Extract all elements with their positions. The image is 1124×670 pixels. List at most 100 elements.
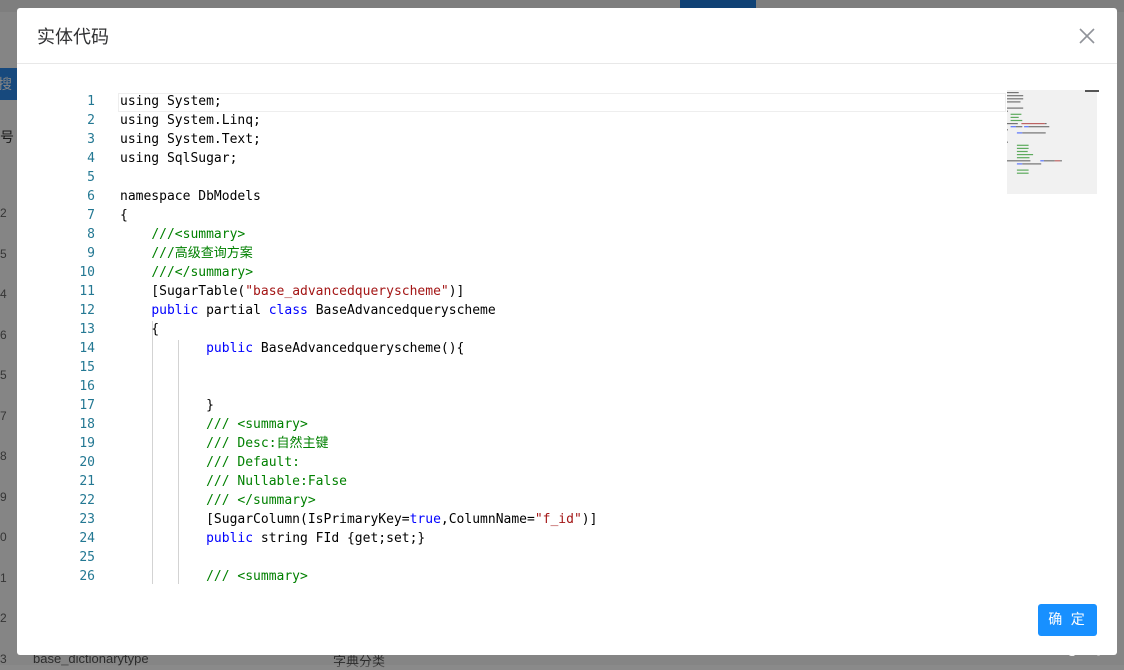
line-text: public BaseAdvancedqueryscheme(){ [206,341,465,356]
minimap-token [1016,163,1023,165]
minimap-token [1007,98,1024,100]
minimap-token [1054,160,1061,162]
minimap-token [1016,150,1028,153]
line-text: /// <summary> [206,417,308,432]
line-number: 10 [79,265,95,280]
code-line: 2 using System.Linq; [43,111,1003,130]
line-text: namespace DbModels [120,189,261,204]
line-text: { [120,322,160,337]
code-line: 10 ///</summary> [43,263,1003,282]
dialog-header: 实体代码 [17,8,1117,64]
minimap-token [1007,92,1019,94]
code-line: 9 ///高级查询方案 [43,244,1003,263]
close-icon[interactable] [1075,24,1099,48]
code-line: 4 using SqlSugar; [43,149,1003,168]
minimap-token [1028,126,1050,128]
minimap-token [1007,123,1018,125]
code-line: 23 [SugarColumn(IsPrimaryKey=true,Column… [43,510,1003,529]
line-number: 21 [79,474,95,489]
line-text: [SugarTable("base_advancedqueryscheme")] [120,284,465,299]
line-text: using System.Linq; [120,113,261,128]
minimap-token [1016,132,1023,134]
code-line: 3 using System.Text; [43,130,1003,149]
line-text: using SqlSugar; [120,151,238,166]
minimap-token [1016,172,1029,174]
line-text: public string FId {get;set;} [206,531,426,546]
line-text: using System.Text; [120,132,261,147]
line-text: ///</summary> [151,265,254,280]
line-text: { [120,208,128,223]
minimap-token [1024,126,1029,128]
line-number: 26 [79,569,95,584]
line-text: } [120,398,214,413]
line-number: 18 [79,417,95,432]
minimap-token [1016,126,1023,128]
minimap-token [1010,116,1019,118]
minimap-token [1016,154,1034,156]
entity-code-dialog: 实体代码 1 using System; 2 using System.Linq; 3 u… [17,8,1117,655]
dialog-title: 实体代码 [37,27,109,48]
code-line: 17 } [43,396,1003,415]
code-line: 5 [43,168,1003,187]
code-line: 1 using System; [43,92,1003,111]
minimap-token [1010,119,1023,122]
minimap-token [1007,95,1024,97]
line-number: 24 [79,531,95,546]
line-number: 7 [87,208,95,223]
minimap-token [1007,101,1021,103]
line-number: 16 [79,379,95,394]
code-minimap[interactable] [1007,90,1099,352]
line-number: 3 [87,132,95,147]
line-number: 19 [79,436,95,451]
minimap-token [1043,160,1055,162]
minimap-token [1007,110,1008,112]
line-number: 9 [87,246,95,261]
line-number: 13 [79,322,95,337]
minimap-token [1016,169,1029,171]
line-number: 1 [87,94,95,109]
minimap-token [1060,160,1062,162]
code-line: 19 /// Desc:自然主键 [43,434,1003,453]
line-text: [SugarColumn(IsPrimaryKey=true,ColumnNam… [120,512,598,527]
ok-button[interactable]: 确 定 [1038,604,1097,636]
line-number: 11 [79,284,95,299]
line-number: 20 [79,455,95,470]
minimap-token [1007,160,1031,162]
line-text: /// Nullable:False [206,474,347,489]
code-line: 16 [43,377,1003,396]
line-number: 4 [87,151,95,166]
line-text: /// Desc:自然主键 [206,436,329,451]
code-line: 12 public partial class BaseAdvancedquer… [43,301,1003,320]
minimap-token [1016,144,1029,146]
line-text: public partial class BaseAdvancedquerysc… [151,303,496,318]
code-line: 22 /// </summary> [43,491,1003,510]
line-number: 25 [79,550,95,565]
code-line: 8 ///<summary> [43,225,1003,244]
minimap-token [1016,147,1029,149]
code-line: 21 /// Nullable:False [43,472,1003,491]
code-line: 20 /// Default: [43,453,1003,472]
watermark: CSDN @三马e [1028,643,1110,657]
code-line: 13 { [43,320,1003,339]
minimap-token [1040,160,1044,162]
minimap-token [1007,107,1024,109]
minimap-token [1022,163,1042,165]
line-number: 12 [79,303,95,318]
line-text: /// <summary> [206,569,308,584]
code-line: 7{ [43,206,1003,225]
line-number: 15 [79,360,95,375]
minimap-token [1010,113,1022,115]
minimap-token [1010,126,1016,128]
code-line: 6 namespace DbModels [43,187,1003,206]
code-line: 26 /// <summary> [43,567,1003,584]
line-number: 6 [87,189,95,204]
minimap-token [1016,157,1030,159]
line-number: 17 [79,398,95,413]
line-number: 5 [87,170,95,185]
minimap-token [1022,132,1046,134]
line-number: 23 [79,512,95,527]
line-number: 2 [87,113,95,128]
code-editor[interactable]: 1 using System; 2 using System.Linq; 3 using … [43,82,1099,584]
code-line: 11 [SugarTable("base_advancedqueryscheme… [43,282,1003,301]
minimap-preview [1007,92,1062,174]
